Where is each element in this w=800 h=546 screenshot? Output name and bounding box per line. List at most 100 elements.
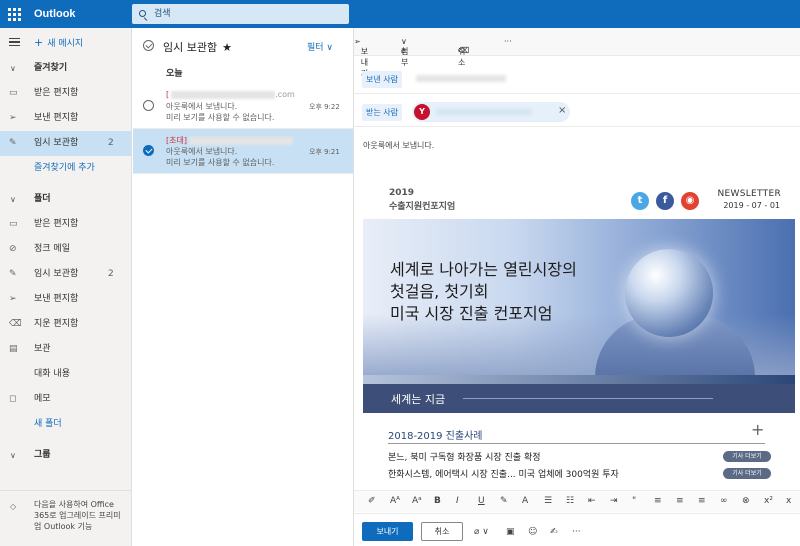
menu-icon[interactable] [9, 38, 20, 46]
hero-line: 미국 시장 진출 컨포지엄 [390, 304, 553, 323]
to-field[interactable]: 받는 사람 Y × [354, 96, 800, 127]
expand-plus-icon[interactable]: + [751, 422, 764, 438]
folder-item-conversations[interactable]: 대화 내용 [0, 362, 131, 387]
search-placeholder: 검색 [154, 9, 171, 19]
top-bar: Outlook 검색 [0, 0, 800, 28]
cancel-button[interactable]: 취소 [421, 522, 463, 541]
star-icon[interactable]: ★ [222, 41, 232, 54]
folder-item-notes[interactable]: ◻ 메모 [0, 387, 131, 412]
search-input[interactable]: 검색 [132, 4, 349, 24]
shrink-font-icon[interactable]: Aᵃ [412, 496, 422, 506]
message-row[interactable]: [초대] 오후 9:21 아웃룩에서 보냅니다. 미리 보기를 사용할 수 없습… [133, 129, 353, 174]
fav-item-inbox[interactable]: ▭ 받은 편지함 [0, 81, 131, 106]
superscript-icon[interactable]: x² [764, 496, 773, 506]
select-checkbox[interactable] [143, 145, 154, 156]
emoji-icon[interactable]: ☺ [528, 527, 537, 537]
attach-icon[interactable]: ⌀ ∨ [474, 527, 489, 537]
sender-tail: .com [275, 90, 295, 99]
select-checkbox[interactable] [143, 100, 154, 111]
new-folder-label: 새 폴더 [34, 419, 62, 429]
bullets-icon[interactable]: ☰ [544, 496, 552, 506]
fav-item-drafts[interactable]: ✎ 임시 보관함 2 [0, 131, 131, 156]
font-size-icon[interactable]: Aᴬ [390, 496, 400, 506]
highlight-icon[interactable]: ✎ [500, 496, 508, 506]
article-more-button[interactable]: 기사 더보기 [723, 468, 771, 479]
newsletter-label: NEWSLETTER [717, 189, 781, 199]
message-preview: 미리 보기를 사용할 수 없습니다. [166, 113, 275, 122]
article-title[interactable]: 한화시스템, 에어택시 시장 진출... 미국 업체에 300억원 투자 [388, 467, 619, 480]
underline-icon[interactable]: U [478, 496, 485, 506]
decrease-indent-icon[interactable]: ⇤ [588, 496, 596, 506]
attach-toolbar-button[interactable]: ⌀ 첨부 ∨ [401, 37, 408, 67]
send-button[interactable]: 보내기 [362, 522, 413, 541]
newsletter-content: 2019 수출지원컨포지엄 t f ◉ NEWSLETTER 2019 - 07… [363, 184, 795, 514]
pencil-icon: ✎ [9, 269, 17, 279]
inbox-icon: ▭ [9, 88, 18, 98]
note-icon: ◻ [9, 394, 17, 404]
increase-indent-icon[interactable]: ⇥ [610, 496, 618, 506]
folder-item-junk[interactable]: ⊘ 정크 메일 [0, 237, 131, 262]
rss-icon[interactable]: ◉ [681, 192, 699, 210]
folders-header[interactable]: ∨ 폴더 [0, 187, 131, 212]
unlink-icon[interactable]: ⊗ [742, 496, 750, 506]
recipient-chip[interactable]: Y × [412, 102, 570, 122]
message-body-text[interactable]: 아웃룩에서 보냅니다. [363, 140, 434, 151]
folder-item-label: 보낸 편지함 [34, 294, 79, 304]
to-label[interactable]: 받는 사람 [362, 104, 402, 121]
from-label[interactable]: 보낸 사람 [362, 71, 402, 88]
trash-icon: ⌫ [9, 319, 22, 329]
newsletter-org: 수출지원컨포지엄 [389, 202, 456, 212]
facebook-icon[interactable]: f [656, 192, 674, 210]
new-message-label: 새 메시지 [47, 39, 84, 49]
message-row[interactable]: [.com 오후 9:22 아웃룩에서 보냅니다. 미리 보기를 사용할 수 없… [133, 84, 353, 129]
image-icon[interactable]: ▣ [506, 527, 515, 537]
quote-icon[interactable]: " [632, 496, 636, 506]
app-title: Outlook [34, 8, 76, 20]
format-painter-icon[interactable]: ✐ [368, 496, 376, 506]
folder-item-label: 메모 [34, 394, 51, 404]
bold-icon[interactable]: B [434, 496, 441, 506]
align-center-icon[interactable]: ≡ [676, 496, 684, 506]
folder-item-drafts[interactable]: ✎ 임시 보관함 2 [0, 262, 131, 287]
add-favorite-label: 즐겨찾기에 추가 [34, 163, 95, 173]
font-color-icon[interactable]: A [522, 496, 528, 506]
hero-line: 세계로 나아가는 열린시장의 [390, 260, 577, 279]
align-right-icon[interactable]: ≡ [698, 496, 706, 506]
twitter-icon[interactable]: t [631, 192, 649, 210]
groups-header[interactable]: ∨ 그룹 [0, 443, 131, 468]
filter-label: 필터 [306, 43, 324, 53]
folder-item-inbox[interactable]: ▭ 받은 편지함 [0, 212, 131, 237]
select-all-icon[interactable] [143, 40, 154, 51]
folder-item-sent[interactable]: ➢ 보낸 편지함 [0, 287, 131, 312]
folder-item-archive[interactable]: ▤ 보관 [0, 337, 131, 362]
align-left-icon[interactable]: ≡ [654, 496, 662, 506]
message-subject: 아웃룩에서 보냅니다. [166, 147, 238, 156]
article-more-button[interactable]: 기사 더보기 [723, 451, 771, 462]
fav-item-sent[interactable]: ➢ 보낸 편지함 [0, 106, 131, 131]
from-field[interactable]: 보낸 사람 [354, 63, 800, 94]
filter-button[interactable]: 필터 ∨ [307, 40, 333, 53]
more-options-icon[interactable]: ··· [504, 37, 512, 46]
more-options-icon[interactable]: ··· [572, 527, 581, 537]
article-title[interactable]: 본느, 북미 구독형 화장품 시장 진출 확정 [388, 450, 541, 463]
send-toolbar-button[interactable]: ➢ 보내기 [354, 37, 368, 78]
nav-top: + 새 메시지 [0, 28, 131, 56]
sender-prefix: [ [166, 90, 170, 99]
message-subject: 아웃룩에서 보냅니다. [166, 102, 238, 111]
new-message-button[interactable]: + 새 메시지 [34, 36, 83, 49]
upgrade-banner[interactable]: ◇ 다음을 사용하여 Office 365로 업그레이드 프리미엄 Outlook… [0, 490, 132, 546]
band-title: 세계는 지금 [391, 393, 446, 406]
italic-icon[interactable]: I [456, 496, 459, 506]
inbox-icon: ▭ [9, 219, 18, 229]
new-folder-link[interactable]: 새 폴더 [0, 412, 131, 437]
remove-recipient-icon[interactable]: × [558, 105, 566, 116]
favorites-header[interactable]: ∨ 즐겨찾기 [0, 56, 131, 81]
link-icon[interactable]: ∞ [720, 496, 728, 506]
folder-item-label: 지운 편지함 [34, 319, 79, 329]
subscript-icon[interactable]: x [786, 496, 791, 506]
formatting-icon[interactable]: ✍ [550, 527, 558, 537]
numbering-icon[interactable]: ☷ [566, 496, 574, 506]
folder-item-deleted[interactable]: ⌫ 지운 편지함 [0, 312, 131, 337]
add-favorite-link[interactable]: 즐겨찾기에 추가 [0, 156, 131, 181]
app-launcher-icon[interactable] [6, 6, 22, 22]
